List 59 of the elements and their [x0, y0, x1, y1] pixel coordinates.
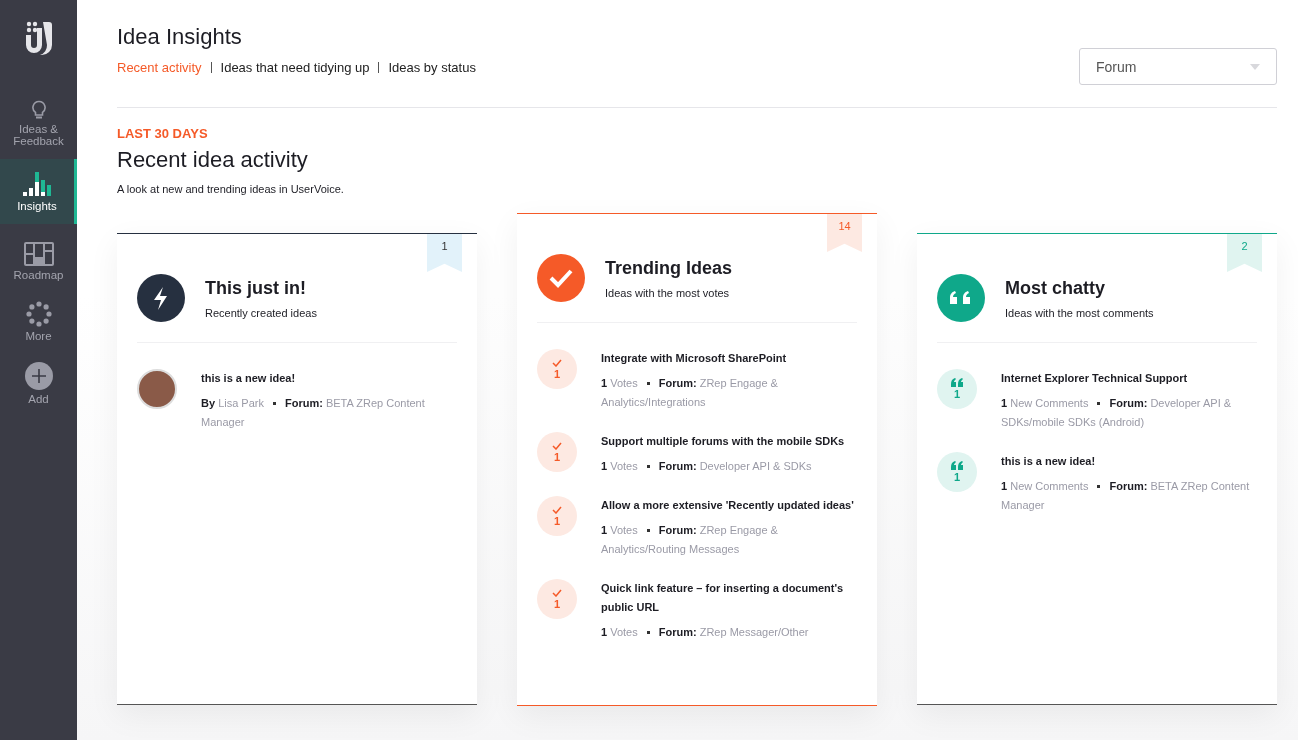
section-label: LAST 30 DAYS	[117, 126, 209, 141]
idea-title: Internet Explorer Technical Support	[1001, 371, 1189, 386]
bar-chart-icon	[22, 171, 52, 197]
sidebar-item[interactable]: Insights	[0, 159, 77, 224]
plus-icon	[24, 362, 53, 390]
idea-meta: By Lisa Park Forum: BETA ZRep Content Manager	[201, 396, 426, 430]
count-badge: 1	[937, 452, 977, 492]
tab[interactable]: Ideas that need tidying up	[210, 62, 379, 73]
forum-dropdown[interactable]: Forum	[1079, 48, 1277, 85]
idea-meta: 1 Votes Forum: ZRep Engage & Analytics/Integrations	[601, 376, 779, 410]
lightbulb-icon	[30, 100, 47, 120]
idea-title: Integrate with Microsoft SharePoint	[601, 351, 788, 366]
idea-meta: 1 Votes Forum: ZRep Messager/Other	[601, 625, 810, 640]
caret-icon	[1250, 63, 1260, 70]
quote-icon	[951, 378, 963, 387]
count-badge: 1	[537, 496, 577, 536]
idea-title: this is a new idea!	[201, 371, 297, 386]
count-ribbon: 1	[427, 234, 462, 272]
avatar-placeholder	[137, 369, 177, 409]
checkmark-icon	[552, 358, 562, 367]
idea-meta: 1 Votes Forum: ZRep Engage & Analytics/Routing Messages	[601, 523, 779, 557]
tab[interactable]: Recent activity	[117, 62, 211, 73]
tab[interactable]: Ideas by status	[378, 62, 485, 73]
logo-icon	[23, 20, 54, 56]
idea-title: Support multiple forums with the mobile SDKs	[601, 434, 846, 449]
quote-icon	[951, 461, 963, 470]
checkmark-icon	[552, 505, 562, 514]
count-ribbon: 2	[1227, 234, 1262, 272]
count-ribbon: 14	[827, 214, 862, 252]
idea-meta: 1 New Comments Forum: Developer API & SDKs/mobile SDKs (Android)	[1001, 396, 1233, 430]
checkmark-icon	[552, 441, 562, 450]
section-title: Recent idea activity	[117, 147, 309, 173]
dots-icon	[25, 301, 52, 327]
idea-title: Quick link feature – for inserting a document's public URL	[601, 581, 845, 615]
card-title: Trending Ideas	[605, 257, 733, 279]
card-subtitle: Ideas with the most votes	[605, 286, 731, 299]
board-icon	[23, 242, 54, 266]
card-subtitle: Recently created ideas	[205, 306, 317, 319]
card-title: Most chatty	[1005, 277, 1106, 299]
checkmark-icon	[537, 254, 585, 302]
sidebar-item[interactable]: Ideas & Feedback	[0, 92, 77, 155]
card-title: This just in!	[205, 277, 307, 299]
sidebar-item[interactable]: More	[0, 293, 77, 350]
sidebar-item[interactable]: Roadmap	[0, 234, 77, 289]
page-title: Idea Insights	[117, 24, 243, 50]
count-badge: 1	[537, 349, 577, 389]
idea-title: this is a new idea!	[1001, 454, 1097, 469]
idea-title: Allow a more extensive 'Recently updated ideas'	[601, 498, 855, 513]
quote-icon	[937, 274, 985, 322]
lightning-icon	[137, 274, 185, 322]
count-badge: 1	[537, 579, 577, 619]
count-badge: 1	[937, 369, 977, 409]
idea-meta: 1 New Comments Forum: BETA ZRep Content Manager	[1001, 479, 1251, 513]
section-description: A look at new and trending ideas in UserVoice.	[117, 183, 345, 195]
idea-meta: 1 Votes Forum: Developer API & SDKs	[601, 459, 813, 474]
checkmark-icon	[552, 588, 562, 597]
card-subtitle: Ideas with the most comments	[1005, 306, 1154, 319]
count-badge: 1	[537, 432, 577, 472]
sidebar-item[interactable]: Add	[0, 354, 77, 413]
